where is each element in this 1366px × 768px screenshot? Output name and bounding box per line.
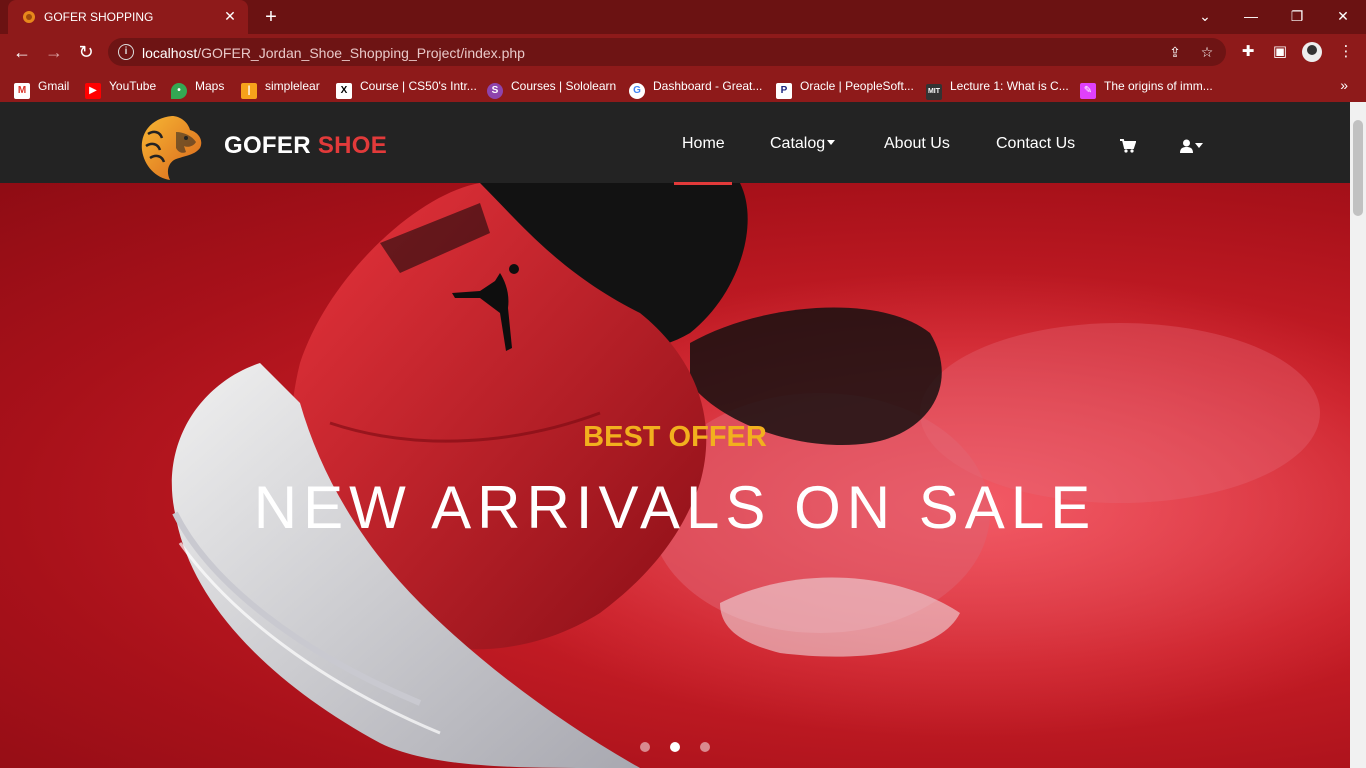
tab-search-chevron-icon[interactable]: ⌄	[1182, 0, 1228, 34]
mit-ocw-icon: MIT	[926, 84, 942, 100]
bookmark-star-icon[interactable]: ☆	[1198, 43, 1216, 61]
caret-down-icon	[1195, 143, 1203, 148]
bookmark-peoplesoft[interactable]: P Oracle | PeopleSoft...	[776, 77, 914, 99]
forward-arrow-icon[interactable]: →	[42, 40, 66, 64]
bookmark-origins[interactable]: ✎ The origins of imm...	[1080, 77, 1213, 99]
user-icon	[1180, 139, 1193, 153]
hero-carousel[interactable]: BEST OFFER NEW ARRIVALS ON SALE	[0, 183, 1350, 768]
carousel-dot[interactable]	[640, 742, 650, 752]
nav-catalog-label: Catalog	[770, 135, 826, 152]
restore-icon[interactable]: ❐	[1274, 0, 1320, 34]
article-icon: ✎	[1080, 83, 1096, 99]
nav-about-link[interactable]: About Us	[884, 135, 950, 153]
edx-icon: X	[336, 83, 352, 99]
bookmark-maps[interactable]: • Maps	[171, 77, 224, 99]
back-arrow-icon[interactable]: ←	[10, 40, 34, 64]
browser-toolbar: ← → ↻ i localhost/GOFER_Jordan_Shoe_Shop…	[0, 34, 1366, 70]
nav-active-indicator	[674, 182, 732, 185]
bookmark-dashboard[interactable]: G Dashboard - Great...	[629, 77, 762, 99]
bookmarks-overflow-icon[interactable]: »	[1340, 77, 1348, 93]
url-path: /GOFER_Jordan_Shoe_Shopping_Project/inde…	[197, 45, 525, 61]
brand-accent: SHOE	[317, 132, 388, 159]
carousel-dot-active[interactable]	[670, 742, 680, 752]
bookmark-sololearn[interactable]: S Courses | Sololearn	[487, 77, 616, 99]
user-account-dropdown[interactable]	[1180, 138, 1203, 156]
minimize-icon[interactable]: —	[1228, 0, 1274, 34]
site-navbar: GOFER SHOE Home Catalog About Us Contact…	[0, 102, 1350, 185]
shopping-cart-icon[interactable]	[1120, 139, 1136, 153]
bookmark-gmail[interactable]: M Gmail	[14, 77, 69, 99]
bookmark-mit-lecture[interactable]: MIT Lecture 1: What is C...	[926, 77, 1069, 100]
browser-tab-strip: GOFER SHOPPING ✕ + ⌄ — ❐ ✕	[0, 0, 1366, 34]
side-panel-icon[interactable]: ▣	[1270, 42, 1290, 62]
profile-avatar[interactable]	[1302, 42, 1322, 62]
nav-contact-link[interactable]: Contact Us	[996, 135, 1075, 153]
bookmark-cs50[interactable]: X Course | CS50's Intr...	[336, 77, 477, 99]
brand-main: GOFER	[224, 132, 311, 159]
more-menu-icon[interactable]: ⋮	[1336, 42, 1356, 62]
url-text[interactable]: localhost/GOFER_Jordan_Shoe_Shopping_Pro…	[142, 45, 525, 61]
caret-down-icon	[827, 140, 836, 145]
carousel-indicators	[640, 742, 720, 754]
page-scrollbar[interactable]	[1350, 102, 1366, 768]
google-icon: G	[629, 83, 645, 99]
carousel-dot[interactable]	[700, 742, 710, 752]
maps-icon: •	[171, 83, 187, 99]
lion-favicon-icon	[23, 11, 35, 23]
simplilearn-icon: |	[241, 83, 257, 99]
tab-title: GOFER SHOPPING	[44, 10, 154, 24]
youtube-icon: ▶	[85, 83, 101, 99]
brand-name[interactable]: GOFER SHOE	[224, 132, 387, 160]
hero-title: NEW ARRIVALS ON SALE	[253, 474, 1097, 541]
url-host: localhost	[142, 45, 198, 61]
tab-close-icon[interactable]: ✕	[222, 7, 238, 25]
reload-icon[interactable]: ↻	[74, 40, 98, 64]
extensions-puzzle-icon[interactable]: ✚	[1238, 42, 1258, 62]
bookmark-simplilearn[interactable]: | simplelear	[241, 77, 320, 99]
nav-catalog-dropdown[interactable]: Catalog	[770, 135, 836, 153]
scrollbar-thumb[interactable]	[1353, 120, 1363, 216]
new-tab-icon[interactable]: +	[260, 5, 282, 29]
site-info-icon[interactable]: i	[118, 44, 134, 60]
peoplesoft-icon: P	[776, 83, 792, 99]
lion-logo-icon[interactable]	[138, 112, 206, 184]
bookmarks-bar: M Gmail ▶ YouTube • Maps | simplelear X Cours…	[0, 70, 1366, 102]
page-viewport: GOFER SHOE Home Catalog About Us Contact…	[0, 102, 1350, 768]
share-icon[interactable]: ⇪	[1166, 43, 1184, 61]
close-window-icon[interactable]: ✕	[1320, 0, 1366, 34]
address-bar[interactable]: i localhost/GOFER_Jordan_Shoe_Shopping_P…	[108, 38, 1226, 66]
bookmark-youtube[interactable]: ▶ YouTube	[85, 77, 156, 99]
nav-home-link[interactable]: Home	[682, 135, 725, 153]
hero-kicker: BEST OFFER	[583, 421, 767, 453]
gmail-icon: M	[14, 83, 30, 99]
browser-tab[interactable]: GOFER SHOPPING ✕	[8, 0, 248, 34]
sololearn-icon: S	[487, 83, 503, 99]
